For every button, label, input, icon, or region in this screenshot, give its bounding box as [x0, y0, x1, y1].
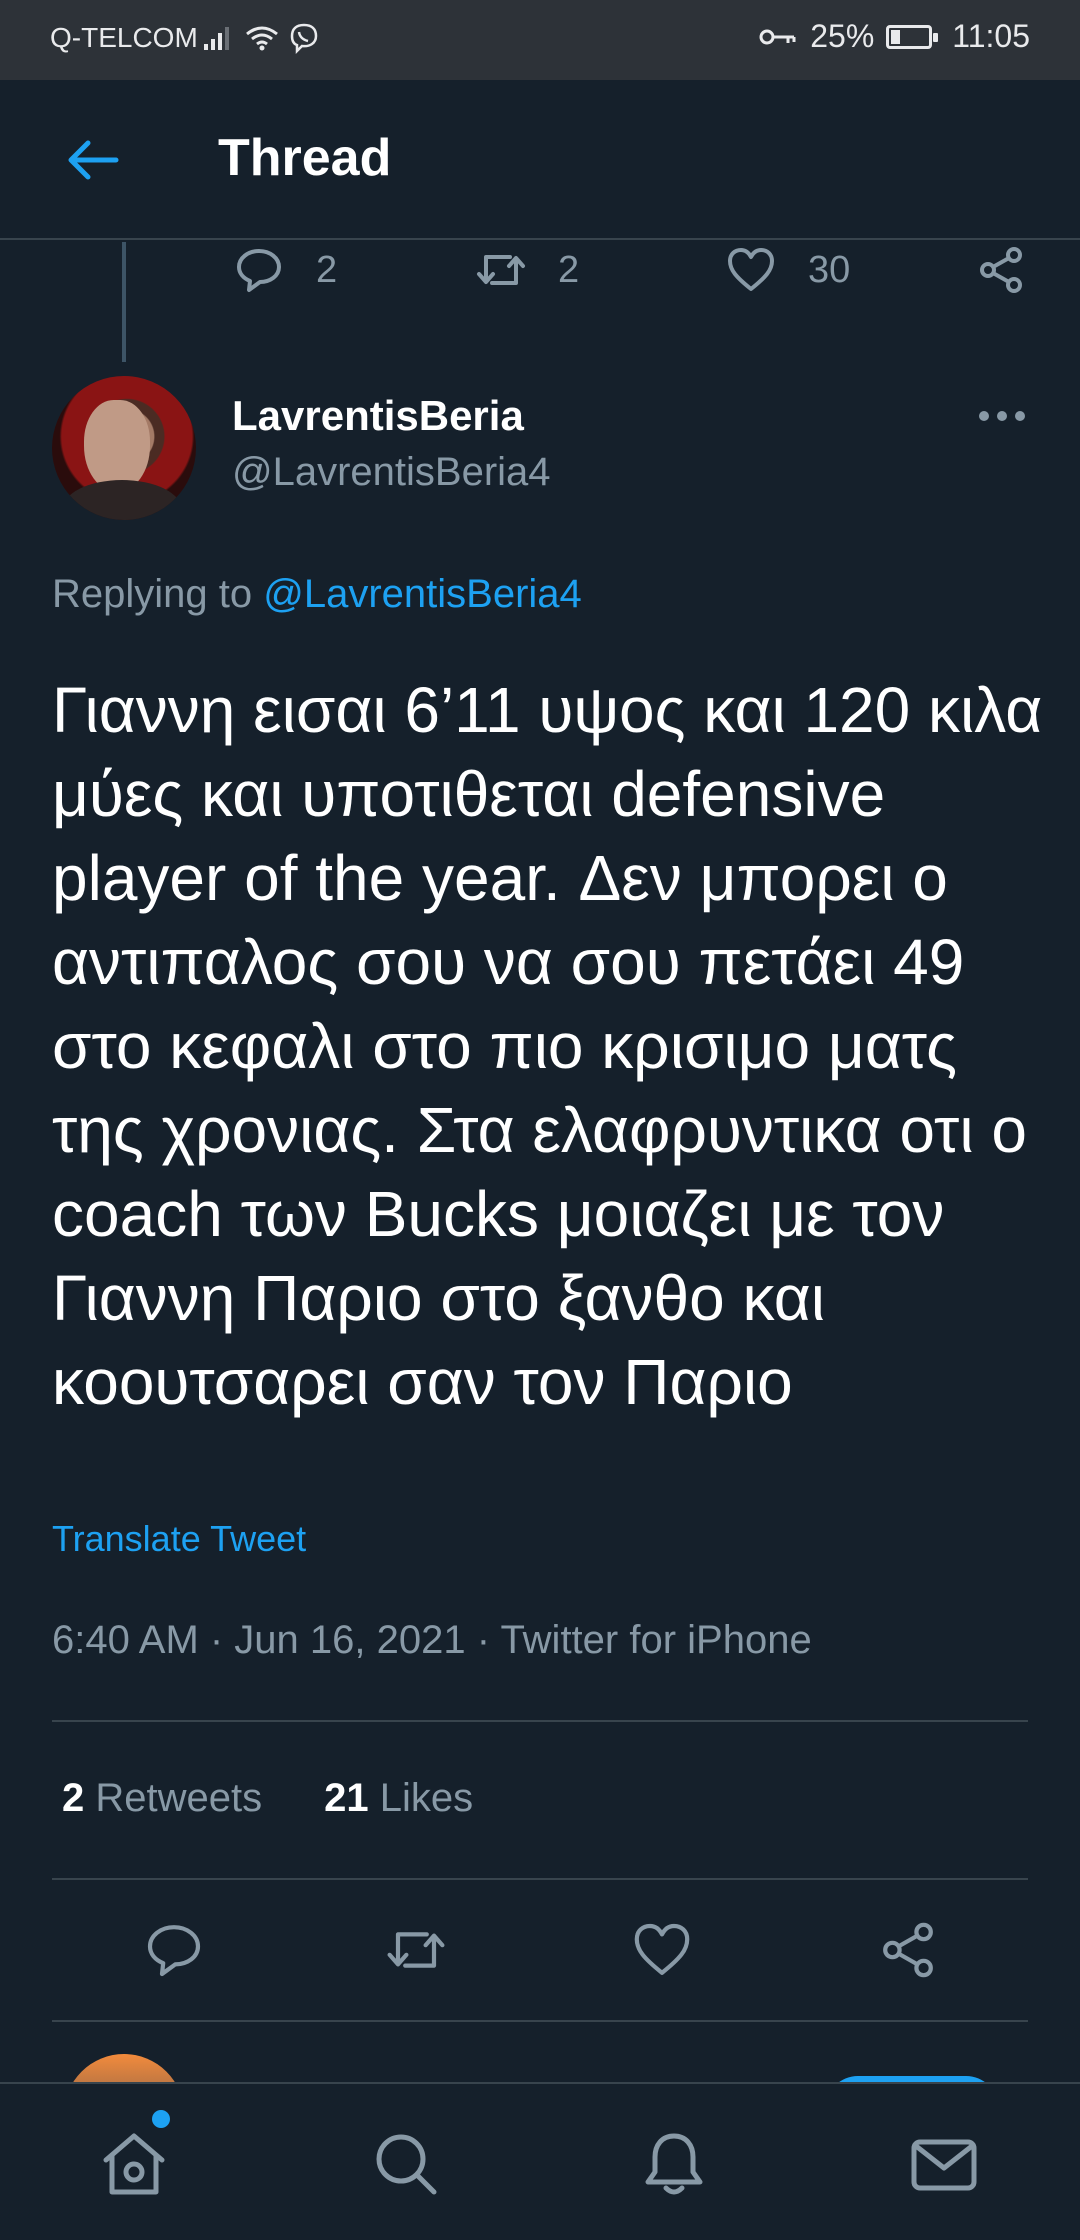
like-button[interactable]: 30: [726, 245, 850, 295]
previous-tweet-actions: 2 2 30: [0, 245, 1080, 305]
avatar[interactable]: [52, 376, 196, 520]
signal-icon: [204, 27, 229, 50]
search-icon[interactable]: [370, 2128, 442, 2200]
notifications-icon[interactable]: [638, 2128, 710, 2200]
back-arrow-icon[interactable]: [62, 130, 122, 190]
signal-wifi-icons: [202, 22, 320, 54]
home-icon[interactable]: [98, 2128, 170, 2200]
vpn-key-icon: [759, 29, 796, 44]
heart-icon: [728, 248, 774, 291]
reply-button[interactable]: 2: [234, 245, 337, 295]
translate-tweet-link[interactable]: Translate Tweet: [52, 1518, 306, 1560]
retweet-button[interactable]: [386, 1920, 446, 1980]
share-button[interactable]: [976, 245, 1026, 295]
app-header: Thread: [0, 80, 1080, 240]
tweet-timestamp: 6:40 AM · Jun 16, 2021 · Twitter for iPh…: [52, 1618, 812, 1662]
author-name[interactable]: LavrentisBeria: [232, 392, 524, 440]
retweets-stat[interactable]: 2 Retweets: [62, 1776, 262, 1821]
status-bar: Q-TELCOM 25% 11:05: [0, 0, 1080, 80]
retweet-count: 2: [558, 248, 580, 291]
divider: [52, 1720, 1028, 1722]
retweet-icon: [387, 1932, 445, 1968]
battery-fill: [891, 29, 901, 44]
reply-button[interactable]: [144, 1920, 204, 1980]
battery-icon: [886, 24, 939, 49]
divider: [52, 1878, 1028, 1880]
tweet-actions: [0, 1920, 1080, 1984]
clock: 11:05: [952, 18, 1030, 54]
replying-prefix: Replying to: [52, 572, 253, 616]
viber-icon: [290, 23, 318, 54]
reply-count: 2: [316, 248, 338, 291]
wifi-icon: [246, 26, 278, 51]
tweet-stats: 2 Retweets 21 Likes: [62, 1776, 473, 1821]
bottom-nav: [0, 2082, 1080, 2240]
author-handle[interactable]: @LavrentisBeria4: [232, 450, 551, 495]
retweet-button[interactable]: 2: [476, 245, 579, 295]
likes-stat[interactable]: 21 Likes: [324, 1776, 473, 1821]
retweets-count: 2: [62, 1776, 85, 1820]
avatar-face: [84, 400, 150, 492]
more-options-icon[interactable]: [978, 410, 1026, 422]
divider: [52, 2020, 1028, 2022]
page-title: Thread: [218, 129, 392, 187]
messages-icon[interactable]: [908, 2128, 980, 2200]
status-right: 25% 11:05: [758, 18, 1030, 55]
retweets-label: Retweets: [95, 1776, 263, 1820]
battery-percent: 25%: [810, 18, 875, 54]
share-icon: [980, 247, 1022, 293]
carrier-name: Q-TELCOM: [50, 22, 198, 53]
home-notification-dot: [152, 2110, 170, 2128]
share-icon: [883, 1922, 933, 1978]
like-button[interactable]: [632, 1920, 692, 1980]
reply-icon: [147, 1925, 201, 1977]
retweet-icon: [477, 255, 525, 285]
share-button[interactable]: [878, 1920, 938, 1980]
replying-to: Replying to @LavrentisBeria4: [52, 572, 582, 617]
likes-count: 21: [324, 1776, 369, 1820]
like-count: 30: [808, 248, 851, 291]
heart-icon: [634, 1923, 690, 1975]
reply-icon: [237, 249, 281, 292]
avatar-body: [62, 480, 182, 520]
replying-mention-link[interactable]: @LavrentisBeria4: [263, 572, 582, 616]
likes-label: Likes: [379, 1776, 474, 1820]
tweet-text: Γιαννη εισαι 6’11 υψος και 120 κιλα μύες…: [52, 674, 1043, 1418]
